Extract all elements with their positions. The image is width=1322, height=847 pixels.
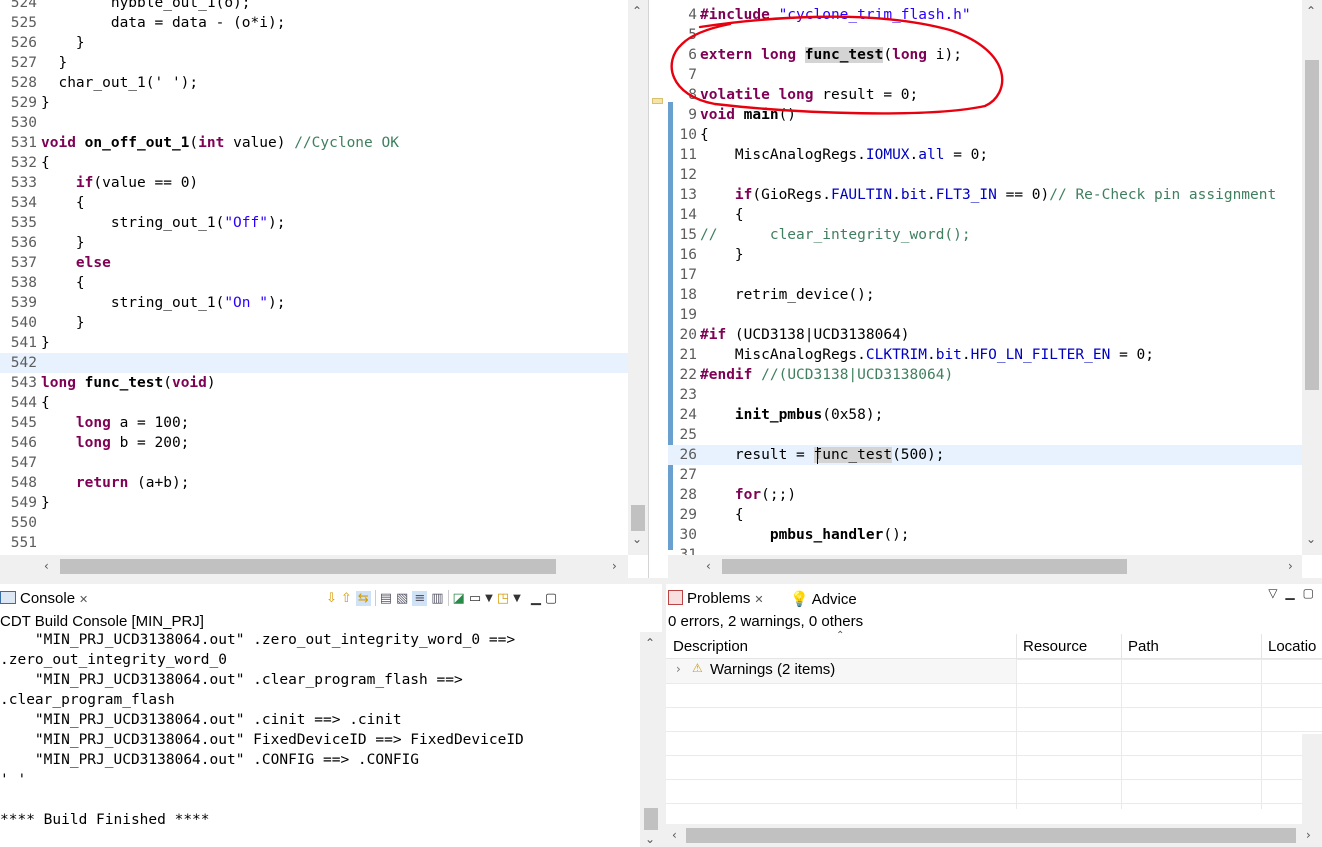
advice-tab-label: Advice	[811, 591, 857, 608]
console-line: ' '	[0, 772, 27, 788]
column-location[interactable]: Locatio	[1268, 638, 1316, 655]
column-divider	[1261, 634, 1262, 658]
lightbulb-icon: 💡	[790, 590, 809, 608]
problems-view: Problems ✕ 💡 Advice ▽ ▁ ▢ 0 errors, 2 warn…	[666, 584, 1322, 847]
column-divider	[1121, 634, 1122, 658]
chevron-down-icon[interactable]: ▼	[513, 593, 521, 604]
console-line: "MIN_PRJ_UCD3138064.out" .CONFIG ==> .CO…	[0, 752, 420, 768]
toolbar-separator	[374, 590, 376, 606]
sort-ascending-icon: ⌃	[836, 630, 845, 641]
close-icon[interactable]: ✕	[754, 594, 763, 606]
console-title: CDT Build Console [MIN_PRJ]	[0, 613, 204, 630]
column-description[interactable]: Description	[673, 638, 748, 655]
warnings-label: Warnings (2 items)	[710, 661, 836, 678]
column-divider	[1261, 659, 1262, 809]
column-path[interactable]: Path	[1128, 638, 1159, 655]
word-wrap-icon[interactable]: ≡	[412, 590, 428, 606]
pin-console-icon[interactable]: ◪	[453, 591, 465, 606]
console-toolbar: ⇩ ⇧ ⇆ ▤ ▧ ≡ ▥ ◪ ▭ ▼ ◳ ▼ ▁ ▢	[326, 586, 557, 610]
scroll-up-arrow-icon[interactable]: ⇧	[341, 591, 352, 606]
problems-toolbar: ▽ ▁ ▢	[1268, 586, 1314, 600]
console-vertical-scrollbar[interactable]: ⌃ ⌄	[640, 632, 662, 847]
view-menu-icon[interactable]: ▽	[1268, 586, 1277, 600]
tab-console[interactable]: Console ✕	[0, 584, 88, 612]
column-divider	[1016, 659, 1017, 809]
scroll-down-icon[interactable]: ⌄	[645, 832, 655, 846]
problems-vertical-scrollbar[interactable]	[1302, 734, 1322, 824]
tab-advice[interactable]: 💡 Advice	[790, 584, 857, 612]
console-icon	[0, 591, 16, 604]
scroll-lock-icon[interactable]: ⇆	[355, 590, 371, 606]
console-line: .zero_out_integrity_word_0	[0, 652, 227, 668]
problems-hscroll-thumb[interactable]	[686, 828, 1296, 843]
chevron-right-icon[interactable]: ›	[676, 662, 681, 676]
console-line: **** Build Finished ****	[0, 812, 210, 828]
problems-table-header: Description ⌃ Resource Path Locatio	[666, 630, 1322, 659]
maximize-icon[interactable]: ▢	[1303, 586, 1314, 600]
console-line: .clear_program_flash	[0, 692, 175, 708]
display-console-icon[interactable]: ▭	[469, 591, 481, 606]
problems-tab-label: Problems	[687, 590, 751, 607]
maximize-icon[interactable]: ▢	[545, 591, 557, 606]
clear-console-icon[interactable]: ▤	[380, 591, 392, 606]
toolbar-separator	[447, 590, 449, 606]
problems-summary: 0 errors, 2 warnings, 0 others	[668, 613, 864, 630]
column-divider	[1016, 634, 1017, 658]
chevron-down-icon[interactable]: ▼	[485, 593, 493, 604]
console-line: "MIN_PRJ_UCD3138064.out" FixedDeviceID =…	[0, 732, 524, 748]
column-resource[interactable]: Resource	[1023, 638, 1087, 655]
scroll-up-icon[interactable]: ⌃	[645, 636, 655, 650]
console-tab-label: Console	[20, 590, 76, 607]
tab-problems[interactable]: Problems ✕	[668, 584, 764, 612]
console-line: "MIN_PRJ_UCD3138064.out" .zero_out_integ…	[0, 632, 516, 648]
console-line: "MIN_PRJ_UCD3138064.out" .clear_program_…	[0, 672, 463, 688]
scroll-right-icon[interactable]: ›	[1306, 828, 1311, 842]
show-console-icon[interactable]: ▥	[431, 591, 443, 606]
close-icon[interactable]: ✕	[79, 594, 88, 606]
scroll-left-icon[interactable]: ‹	[672, 828, 677, 842]
open-console-icon[interactable]: ◳	[497, 591, 509, 606]
problems-icon	[668, 590, 683, 605]
problems-horizontal-scrollbar[interactable]: ‹ ›	[666, 824, 1322, 847]
column-divider	[1121, 659, 1122, 809]
console-line: "MIN_PRJ_UCD3138064.out" .cinit ==> .cin…	[0, 712, 402, 728]
scroll-down-arrow-icon[interactable]: ⇩	[326, 591, 337, 606]
minimize-icon[interactable]: ▁	[1285, 586, 1294, 600]
console-view: Console ✕ ⇩ ⇧ ⇆ ▤ ▧ ≡ ▥ ◪ ▭ ▼ ◳ ▼ ▁ ▢ CDT…	[0, 584, 662, 847]
problems-table-body: › ⚠ Warnings (2 items)	[666, 659, 1322, 809]
remove-launch-icon[interactable]: ▧	[396, 591, 408, 606]
minimize-icon[interactable]: ▁	[531, 591, 541, 606]
console-vscroll-thumb[interactable]	[644, 808, 658, 830]
console-output[interactable]: "MIN_PRJ_UCD3138064.out" .zero_out_integ…	[0, 632, 640, 847]
warning-icon: ⚠	[692, 661, 703, 675]
tree-row[interactable]: › ⚠ Warnings (2 items)	[666, 659, 1016, 683]
